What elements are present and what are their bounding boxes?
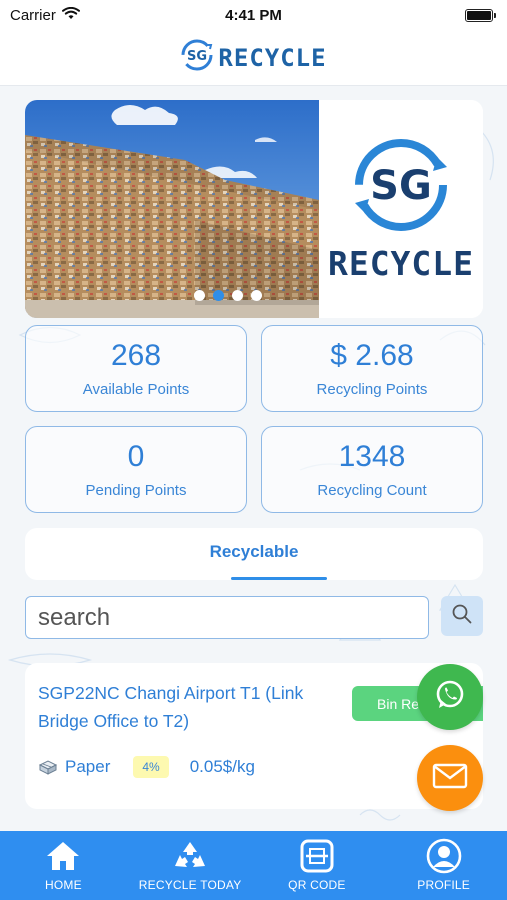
search-button[interactable] bbox=[441, 596, 483, 636]
wifi-icon bbox=[61, 6, 80, 24]
carousel-dot[interactable] bbox=[194, 290, 205, 301]
home-icon bbox=[43, 837, 83, 875]
tab-bar: Recyclable bbox=[25, 528, 483, 580]
bin-meta: Paper 4% 0.05$/kg bbox=[38, 756, 255, 778]
stat-value: 1348 bbox=[338, 440, 406, 473]
bin-rate: 0.05$/kg bbox=[189, 757, 255, 776]
bottom-nav: HOME RECYCLE TODAY QR CODE PROFILE bbox=[0, 831, 507, 900]
carousel-dot-active[interactable] bbox=[213, 290, 224, 301]
paper-stack-icon bbox=[38, 757, 58, 777]
qr-scan-icon bbox=[297, 837, 337, 875]
banner-sg-logo-icon: SG bbox=[351, 135, 451, 240]
app-brand: RECYCLE bbox=[218, 43, 327, 72]
nav-qr-code[interactable]: QR CODE bbox=[254, 831, 380, 892]
status-left: Carrier bbox=[10, 6, 80, 24]
stat-label: Recycling Points bbox=[316, 381, 428, 398]
stat-recycling-count[interactable]: 1348 Recycling Count bbox=[261, 426, 483, 513]
mail-button[interactable] bbox=[417, 745, 483, 811]
stat-recycling-points[interactable]: $ 2.68 Recycling Points bbox=[261, 325, 483, 412]
stat-value: $ 2.68 bbox=[330, 339, 414, 372]
mail-icon bbox=[432, 763, 468, 794]
profile-icon bbox=[424, 837, 464, 875]
fill-percent-badge: 4% bbox=[133, 756, 169, 778]
banner-brand: RECYCLE bbox=[327, 244, 475, 283]
stat-label: Recycling Count bbox=[317, 482, 427, 499]
stat-label: Available Points bbox=[82, 381, 190, 398]
stat-pending-points[interactable]: 0 Pending Points bbox=[25, 426, 247, 513]
recycling-bales-image bbox=[25, 100, 319, 318]
search-icon bbox=[451, 603, 473, 630]
nav-recycle-today[interactable]: RECYCLE TODAY bbox=[127, 831, 253, 892]
stat-available-points[interactable]: 268 Available Points bbox=[25, 325, 247, 412]
header-logo-text: SG bbox=[187, 49, 207, 64]
stat-value: 268 bbox=[110, 339, 162, 372]
battery-icon bbox=[465, 8, 496, 22]
bin-material: Paper bbox=[65, 757, 111, 776]
whatsapp-button[interactable] bbox=[417, 664, 483, 730]
bin-card[interactable]: SGP22NC Changi Airport T1 (Link Bridge O… bbox=[25, 663, 483, 809]
stat-value: 0 bbox=[127, 440, 145, 473]
nav-label: HOME bbox=[44, 878, 82, 892]
carousel-dot[interactable] bbox=[251, 290, 262, 301]
tab-recyclable[interactable]: Recyclable bbox=[210, 542, 299, 562]
app-header: SG RECYCLE bbox=[0, 30, 507, 86]
carrier-label: Carrier bbox=[10, 6, 56, 24]
sg-logo-icon: SG bbox=[180, 38, 214, 77]
nav-label: RECYCLE TODAY bbox=[138, 878, 242, 892]
banner-carousel[interactable]: SG RECYCLE bbox=[25, 100, 483, 318]
status-bar: Carrier 4:41 PM bbox=[0, 0, 507, 30]
search-input[interactable] bbox=[25, 596, 429, 639]
nav-home[interactable]: HOME bbox=[0, 831, 126, 892]
tab-active-indicator bbox=[231, 577, 327, 580]
whatsapp-icon bbox=[432, 677, 468, 718]
nav-label: PROFILE bbox=[417, 878, 470, 892]
nav-profile[interactable]: PROFILE bbox=[381, 831, 507, 892]
carousel-indicator[interactable] bbox=[194, 290, 262, 301]
stat-label: Pending Points bbox=[85, 482, 187, 499]
bin-location-title[interactable]: SGP22NC Changi Airport T1 (Link Bridge O… bbox=[38, 679, 350, 735]
nav-label: QR CODE bbox=[288, 878, 346, 892]
banner-logo-text: SG bbox=[370, 163, 432, 209]
recycle-icon bbox=[170, 837, 210, 875]
carousel-dot[interactable] bbox=[232, 290, 243, 301]
banner-logo: SG RECYCLE bbox=[319, 100, 483, 318]
